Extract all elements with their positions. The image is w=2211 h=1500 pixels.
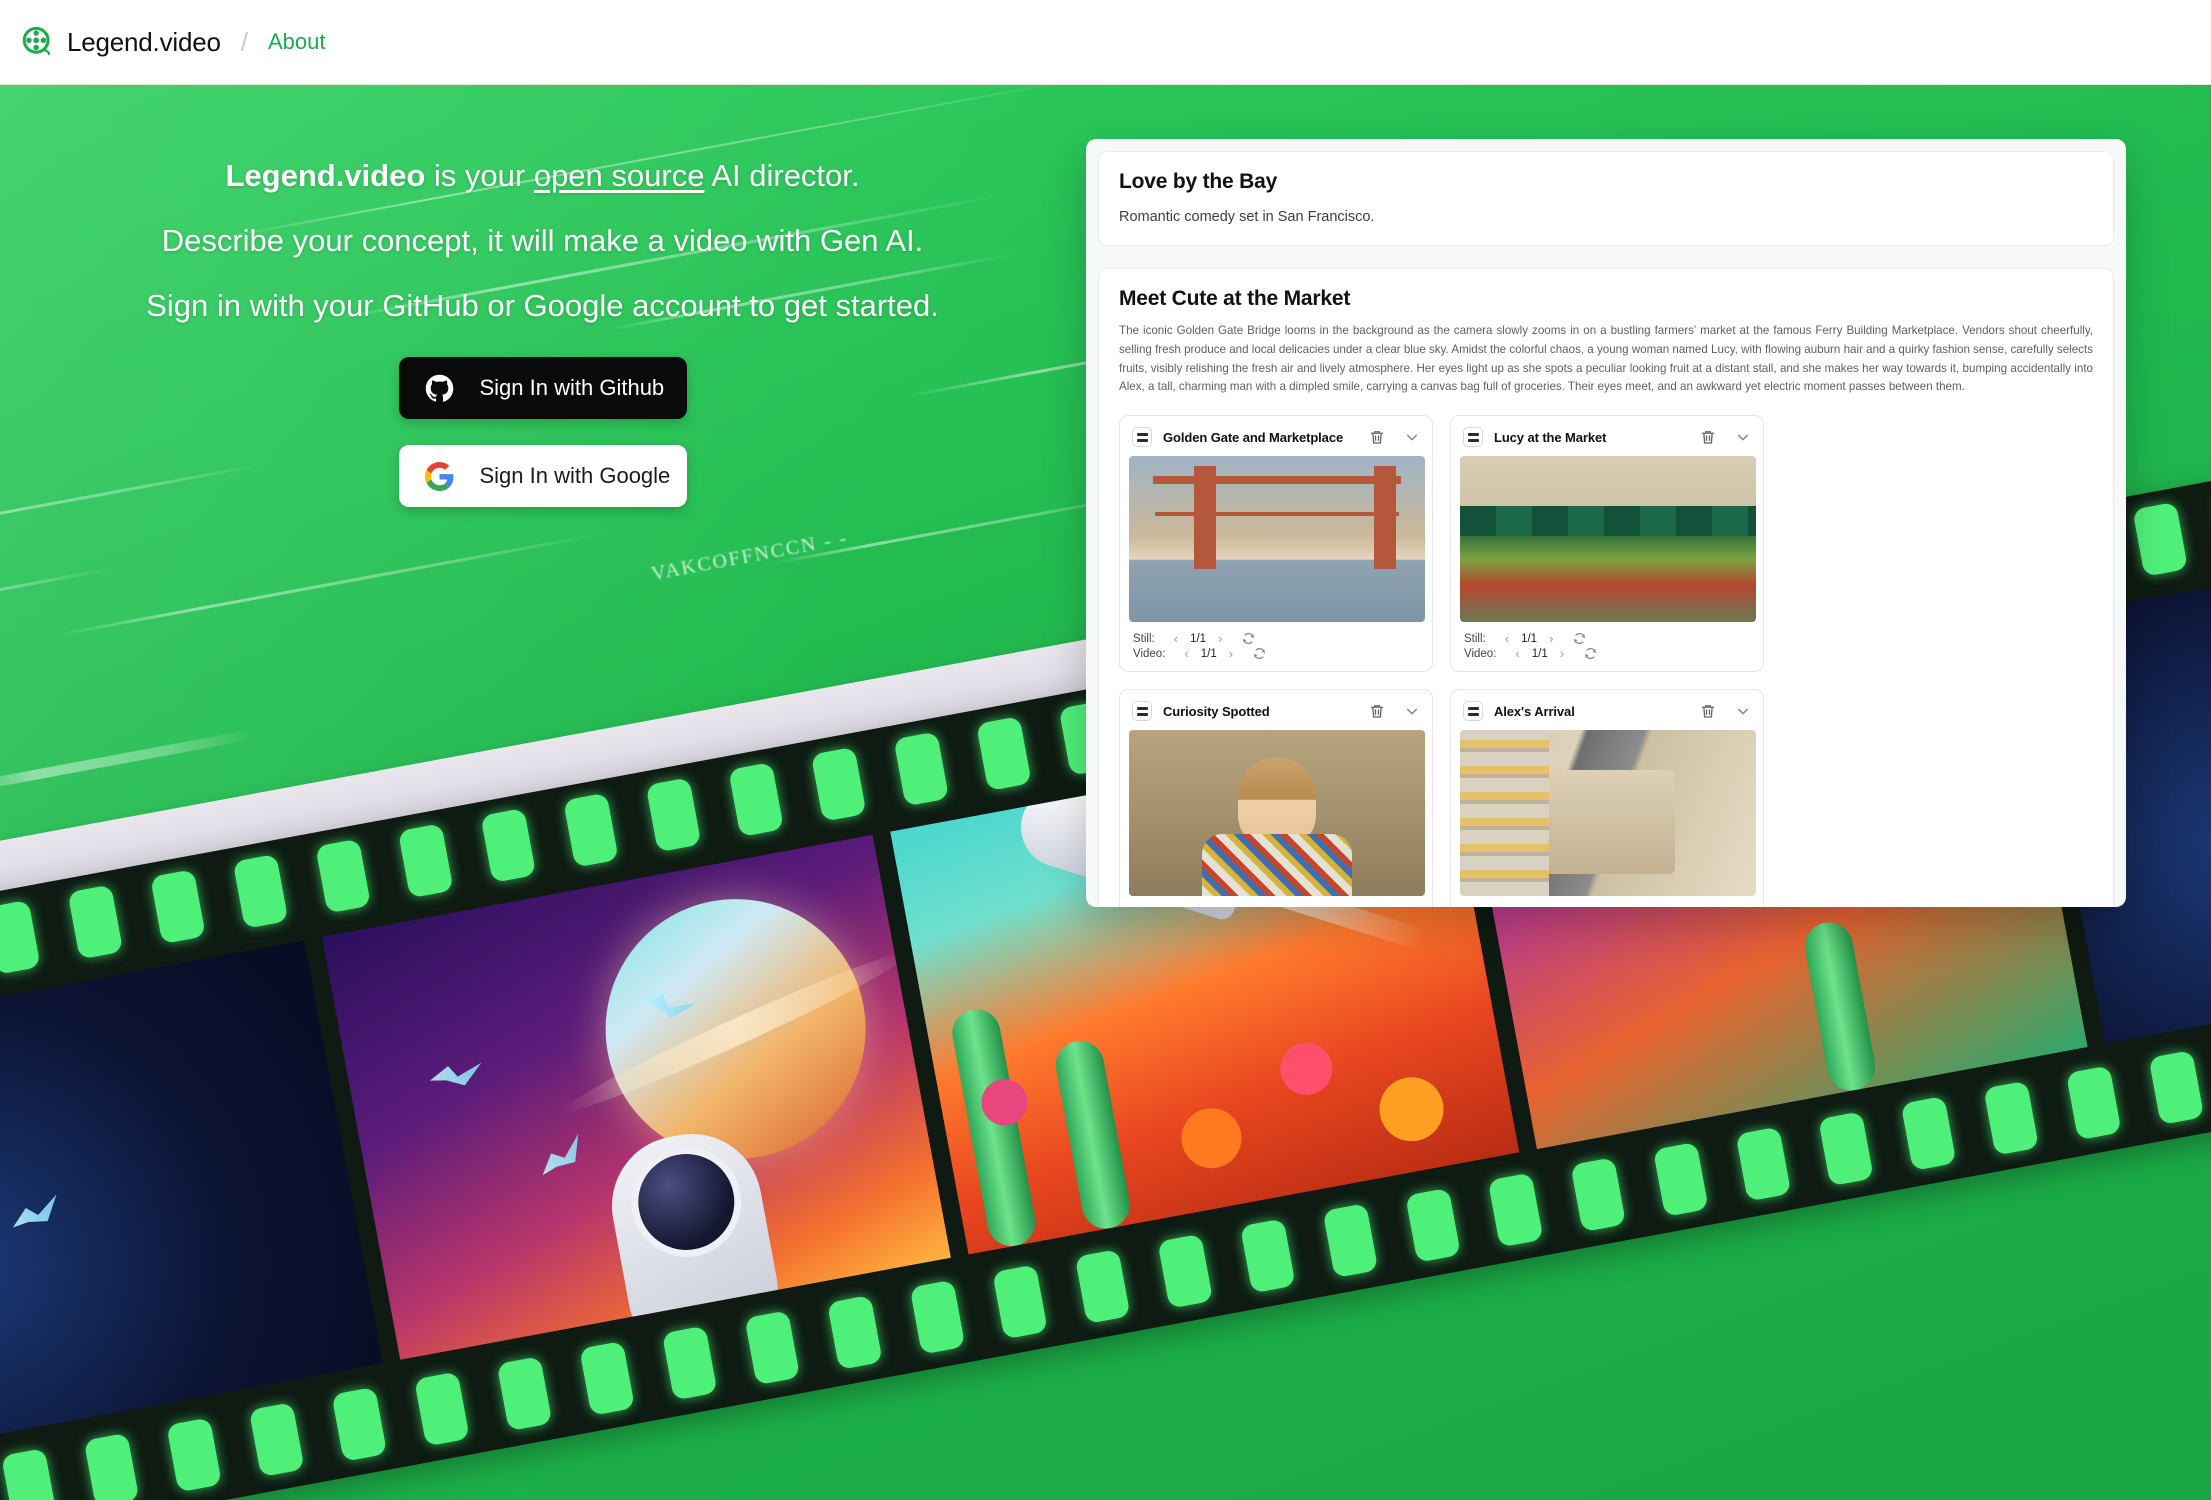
hero-headline: Legend.video is your open source AI dire… bbox=[0, 160, 1085, 191]
shot-title: Alex's Arrival bbox=[1494, 703, 1575, 719]
video-next-button[interactable]: › bbox=[1226, 647, 1236, 660]
shot-card[interactable]: Alex's Arrival Still: ‹ 4/4 › bbox=[1450, 689, 1764, 907]
sign-in-with-google-label: Sign In with Google bbox=[479, 463, 671, 488]
still-prev-button[interactable]: ‹ bbox=[1502, 906, 1512, 907]
chevron-down-icon[interactable] bbox=[1404, 429, 1420, 445]
shot-thumbnail[interactable] bbox=[1129, 730, 1425, 897]
hero-section: Legend.video is your open source AI dire… bbox=[0, 160, 1085, 507]
shot-card[interactable]: Golden Gate and Marketplace Still: ‹ 1/1… bbox=[1119, 415, 1433, 673]
refresh-icon[interactable] bbox=[1252, 646, 1267, 661]
hero-subline-1: Describe your concept, it will make a vi… bbox=[161, 223, 924, 258]
chevron-down-icon[interactable] bbox=[1404, 703, 1420, 719]
still-next-button[interactable]: › bbox=[1215, 632, 1225, 645]
trash-icon[interactable] bbox=[1368, 702, 1386, 720]
video-next-button[interactable]: › bbox=[1557, 647, 1567, 660]
drag-handle-icon[interactable] bbox=[1132, 427, 1152, 448]
still-next-button[interactable]: › bbox=[1215, 906, 1225, 907]
brand-logo-group[interactable]: Legend.video bbox=[20, 25, 221, 59]
scene-title: Meet Cute at the Market bbox=[1119, 287, 1351, 310]
auth-buttons-group: Sign In with Github Sign In with Google bbox=[0, 357, 1085, 507]
hero-headline-end: AI director. bbox=[704, 158, 860, 193]
google-icon bbox=[424, 461, 453, 491]
shot-controls: Still: ‹ 1/1 › Video: ‹ 1/1 › bbox=[1129, 622, 1423, 664]
sign-in-with-google-button[interactable]: Sign In with Google bbox=[398, 445, 687, 507]
app-preview-panel: Love by the Bay Romantic comedy set in S… bbox=[1086, 139, 2126, 907]
project-header-card: Love by the Bay Romantic comedy set in S… bbox=[1098, 151, 2114, 246]
sign-in-with-github-button[interactable]: Sign In with Github bbox=[398, 357, 687, 419]
shot-card-header: Curiosity Spotted bbox=[1129, 699, 1423, 730]
film-frame-deep-space bbox=[0, 940, 383, 1466]
film-frame-astronaut bbox=[321, 834, 951, 1360]
video-controls: Video: ‹ 1/1 › bbox=[1133, 646, 1267, 661]
drag-handle-icon[interactable] bbox=[1132, 701, 1152, 722]
brand-name: Legend.video bbox=[67, 26, 221, 57]
trash-icon[interactable] bbox=[1699, 702, 1717, 720]
refresh-icon[interactable] bbox=[1241, 631, 1256, 646]
chevron-down-icon[interactable] bbox=[1735, 429, 1751, 445]
still-prev-button[interactable]: ‹ bbox=[1171, 632, 1181, 645]
shot-grid: Golden Gate and Marketplace Still: ‹ 1/1… bbox=[1119, 415, 2093, 907]
trash-icon[interactable] bbox=[1368, 428, 1386, 446]
hero-background-stage: 2015 P 11½ VAKCOFFNCCN - - VINTAKIG | GR… bbox=[0, 85, 2211, 1500]
scene-card: Meet Cute at the Market The iconic Golde… bbox=[1098, 268, 2114, 907]
still-controls: Still: ‹ 4/4 › bbox=[1464, 905, 1587, 907]
shot-title: Curiosity Spotted bbox=[1163, 703, 1270, 719]
github-icon bbox=[425, 374, 453, 402]
drag-handle-icon[interactable] bbox=[1463, 427, 1483, 448]
still-next-button[interactable]: › bbox=[1546, 906, 1556, 907]
chevron-down-icon[interactable] bbox=[1735, 703, 1751, 719]
film-reel-icon bbox=[22, 26, 51, 56]
open-source-link[interactable]: open source bbox=[534, 158, 705, 193]
refresh-icon[interactable] bbox=[1241, 905, 1256, 907]
video-label: Video: bbox=[1464, 647, 1497, 660]
shot-thumbnail[interactable] bbox=[1460, 730, 1756, 897]
hero-headline-mid: is your bbox=[425, 158, 534, 193]
still-controls: Still: ‹ 1/1 › bbox=[1464, 631, 1587, 646]
still-prev-button[interactable]: ‹ bbox=[1171, 906, 1181, 907]
video-count: 1/1 bbox=[1531, 647, 1548, 660]
shot-thumbnail[interactable] bbox=[1129, 456, 1425, 623]
refresh-icon[interactable] bbox=[1572, 631, 1587, 646]
still-controls: Still: ‹ 1/1 › bbox=[1133, 631, 1256, 646]
video-controls: Video: ‹ 1/1 › bbox=[1464, 646, 1598, 661]
shot-card-header: Lucy at the Market bbox=[1460, 425, 1754, 456]
still-label: Still: bbox=[1464, 632, 1486, 645]
top-navigation-bar: Legend.video / About bbox=[0, 0, 2211, 85]
sign-in-with-github-label: Sign In with Github bbox=[479, 375, 665, 400]
project-description: Romantic comedy set in San Francisco. bbox=[1119, 209, 1375, 225]
breadcrumb-separator: / bbox=[240, 26, 248, 57]
still-count: 1/1 bbox=[1190, 632, 1207, 645]
shot-controls: Still: ‹ 1/1 › Video: ‹ 1/1 › bbox=[1460, 622, 1754, 664]
shot-card[interactable]: Curiosity Spotted Still: ‹ 1/2 › bbox=[1119, 689, 1433, 907]
video-count: 1/1 bbox=[1200, 647, 1217, 660]
scene-description: The iconic Golden Gate Bridge looms in t… bbox=[1119, 324, 2093, 394]
shot-thumbnail[interactable] bbox=[1460, 456, 1756, 623]
nav-link-about[interactable]: About bbox=[268, 29, 326, 55]
video-label: Video: bbox=[1133, 647, 1166, 660]
still-count: 1/1 bbox=[1521, 632, 1538, 645]
still-label: Still: bbox=[1133, 632, 1155, 645]
shot-title: Lucy at the Market bbox=[1494, 429, 1607, 445]
shot-card-header: Golden Gate and Marketplace bbox=[1129, 425, 1423, 456]
refresh-icon[interactable] bbox=[1583, 646, 1598, 661]
hero-brand-strong: Legend.video bbox=[225, 158, 426, 193]
shot-card[interactable]: Lucy at the Market Still: ‹ 1/1 › Video:… bbox=[1450, 415, 1764, 673]
shot-card-header: Alex's Arrival bbox=[1460, 699, 1754, 730]
still-prev-button[interactable]: ‹ bbox=[1502, 632, 1512, 645]
still-next-button[interactable]: › bbox=[1546, 632, 1556, 645]
trash-icon[interactable] bbox=[1699, 428, 1717, 446]
shot-title: Golden Gate and Marketplace bbox=[1163, 429, 1344, 445]
still-controls: Still: ‹ 1/2 › bbox=[1133, 905, 1256, 907]
video-prev-button[interactable]: ‹ bbox=[1181, 647, 1191, 660]
shot-controls: Still: ‹ 4/4 › Video: ‹ 2/2 › bbox=[1460, 896, 1754, 907]
shot-controls: Still: ‹ 1/2 › Video: ‹ 1/1 › bbox=[1129, 896, 1423, 907]
drag-handle-icon[interactable] bbox=[1463, 701, 1483, 722]
refresh-icon[interactable] bbox=[1572, 905, 1587, 907]
project-title: Love by the Bay bbox=[1119, 170, 1278, 193]
hero-subline-2: Sign in with your GitHub or Google accou… bbox=[146, 288, 939, 323]
video-prev-button[interactable]: ‹ bbox=[1512, 647, 1522, 660]
